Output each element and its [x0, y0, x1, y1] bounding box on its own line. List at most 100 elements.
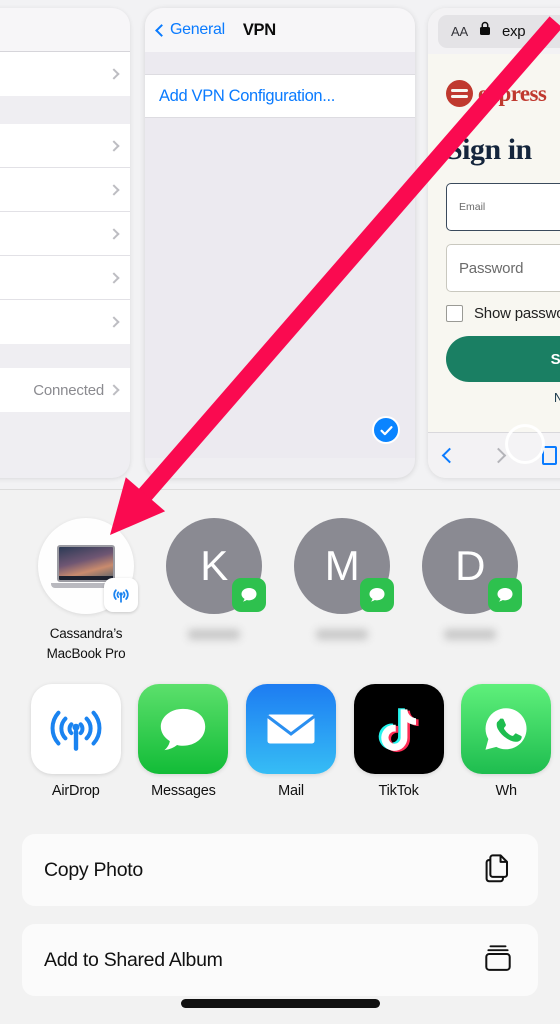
show-password-checkbox[interactable] — [446, 305, 463, 322]
airdrop-target-name — [188, 624, 240, 646]
show-password-row[interactable]: Show passwo — [446, 305, 560, 322]
settings-group-2: gion — [0, 124, 130, 344]
action-copy-photo[interactable]: Copy Photo — [22, 834, 538, 906]
sign-in-button-label: Sig — [550, 350, 560, 368]
settings-general-card[interactable]: General App Refresh — [0, 8, 130, 478]
avatar: K — [166, 518, 266, 614]
chevron-right-icon[interactable] — [490, 447, 507, 464]
messages-icon — [360, 578, 394, 612]
chevron-right-icon — [108, 139, 120, 152]
share-app-tiktok[interactable]: TikTok — [345, 684, 453, 799]
password-field-placeholder: Password — [459, 259, 524, 277]
settings-row[interactable] — [0, 300, 130, 344]
chevron-right-icon — [108, 271, 120, 284]
share-actions-list: Copy Photo Add to Shared Album — [0, 822, 560, 996]
app-preview-strip: General App Refresh — [0, 0, 560, 490]
mail-icon — [245, 684, 336, 774]
url-text: exp — [501, 22, 526, 40]
vpn-settings-card[interactable]: General VPN Add VPN Configuration... — [145, 8, 415, 478]
chevron-right-icon — [108, 183, 120, 196]
airdrop-target-contact-k[interactable]: K — [150, 518, 278, 646]
settings-row[interactable] — [0, 124, 130, 168]
airdrop-icon — [30, 684, 121, 774]
copy-icon — [480, 850, 516, 891]
expressvpn-logo: express — [446, 80, 560, 107]
messages-icon — [488, 578, 522, 612]
settings-row-right: Connected — [33, 381, 120, 399]
home-indicator — [181, 999, 380, 1008]
share-app-mail[interactable]: Mail — [237, 684, 345, 799]
settings-row[interactable] — [0, 168, 130, 212]
action-label: Copy Photo — [44, 858, 143, 881]
share-app-whatsapp[interactable]: Wh — [452, 684, 560, 799]
avatar: D — [422, 518, 522, 614]
chevron-right-icon — [108, 316, 120, 328]
share-sheet: Cassandra’s MacBook Pro K M D AirDrop Me… — [0, 490, 560, 1024]
settings-gap — [0, 96, 130, 124]
shared-album-icon — [480, 940, 516, 981]
touch-indicator — [505, 424, 545, 464]
add-vpn-configuration-label: Add VPN Configuration... — [159, 86, 335, 105]
airdrop-people-row: Cassandra’s MacBook Pro K M D — [0, 490, 560, 672]
share-app-messages[interactable]: Messages — [130, 684, 238, 799]
add-vpn-configuration-row[interactable]: Add VPN Configuration... — [145, 74, 415, 118]
action-add-to-shared-album[interactable]: Add to Shared Album — [22, 924, 538, 996]
show-password-label: Show passwo — [474, 305, 560, 322]
settings-gap — [0, 344, 130, 368]
vpn-navbar: General VPN — [145, 8, 415, 52]
signup-hint: Ne — [554, 391, 560, 405]
settings-group-1: App Refresh — [0, 52, 130, 96]
avatar — [38, 518, 138, 614]
messages-icon — [138, 684, 229, 774]
expressvpn-mark-icon — [446, 80, 473, 107]
signin-heading: Sign in — [446, 133, 532, 166]
airdrop-target-name — [444, 624, 496, 646]
chevron-left-icon — [155, 23, 168, 37]
screen: General App Refresh — [0, 0, 560, 1024]
chevron-left-icon[interactable] — [441, 447, 458, 464]
back-button[interactable]: General — [155, 21, 225, 39]
expressvpn-wordmark: express — [478, 80, 547, 106]
sign-in-button[interactable]: Sig — [446, 336, 560, 382]
safari-url-bar[interactable]: AA exp — [438, 14, 560, 48]
text-size-icon[interactable]: AA — [451, 24, 468, 39]
safari-expressvpn-card[interactable]: AA exp express Sign in Email Password Sh… — [428, 8, 560, 478]
whatsapp-icon — [461, 684, 552, 774]
expressvpn-signin-page: express Sign in Email Password Show pass… — [428, 54, 560, 434]
chevron-right-icon — [108, 68, 120, 80]
messages-icon — [232, 578, 266, 612]
email-field-label: Email — [459, 201, 486, 213]
back-button-label: General — [170, 21, 225, 38]
action-label: Add to Shared Album — [44, 948, 223, 971]
vpn-top-spacer — [145, 52, 415, 74]
settings-group-3: Connected — [0, 368, 130, 412]
share-app-airdrop[interactable]: AirDrop — [22, 684, 130, 799]
share-app-label: AirDrop — [51, 783, 100, 799]
email-field[interactable]: Email — [446, 183, 560, 231]
settings-row-vpn-status[interactable]: Connected — [0, 368, 130, 412]
settings-navbar: General — [0, 8, 130, 52]
tiktok-icon — [353, 684, 444, 774]
airdrop-target-macbook[interactable]: Cassandra’s MacBook Pro — [22, 518, 150, 663]
status-badge: Connected — [33, 381, 104, 399]
password-field[interactable]: Password — [446, 244, 560, 292]
share-app-label: Messages — [151, 783, 216, 799]
safari-top-bar: AA exp — [428, 8, 560, 54]
share-apps-row: AirDrop Messages Mail TikTok Wh — [0, 672, 560, 822]
chevron-right-icon — [108, 384, 120, 396]
settings-row-app-refresh[interactable]: App Refresh — [0, 52, 130, 96]
page-title: VPN — [242, 20, 276, 39]
airdrop-target-name — [316, 624, 368, 646]
lock-icon — [479, 21, 491, 41]
avatar: M — [294, 518, 394, 614]
share-app-label: Mail — [278, 783, 304, 799]
airdrop-target-name: Cassandra’s MacBook Pro — [46, 626, 126, 661]
vpn-empty-body — [145, 118, 415, 458]
airdrop-icon — [104, 578, 138, 612]
share-app-label: TikTok — [378, 783, 419, 799]
airdrop-target-contact-m[interactable]: M — [278, 518, 406, 646]
settings-row[interactable] — [0, 212, 130, 256]
share-app-label: Wh — [495, 783, 517, 799]
settings-row-region[interactable]: gion — [0, 256, 130, 300]
airdrop-target-contact-d[interactable]: D — [406, 518, 534, 646]
